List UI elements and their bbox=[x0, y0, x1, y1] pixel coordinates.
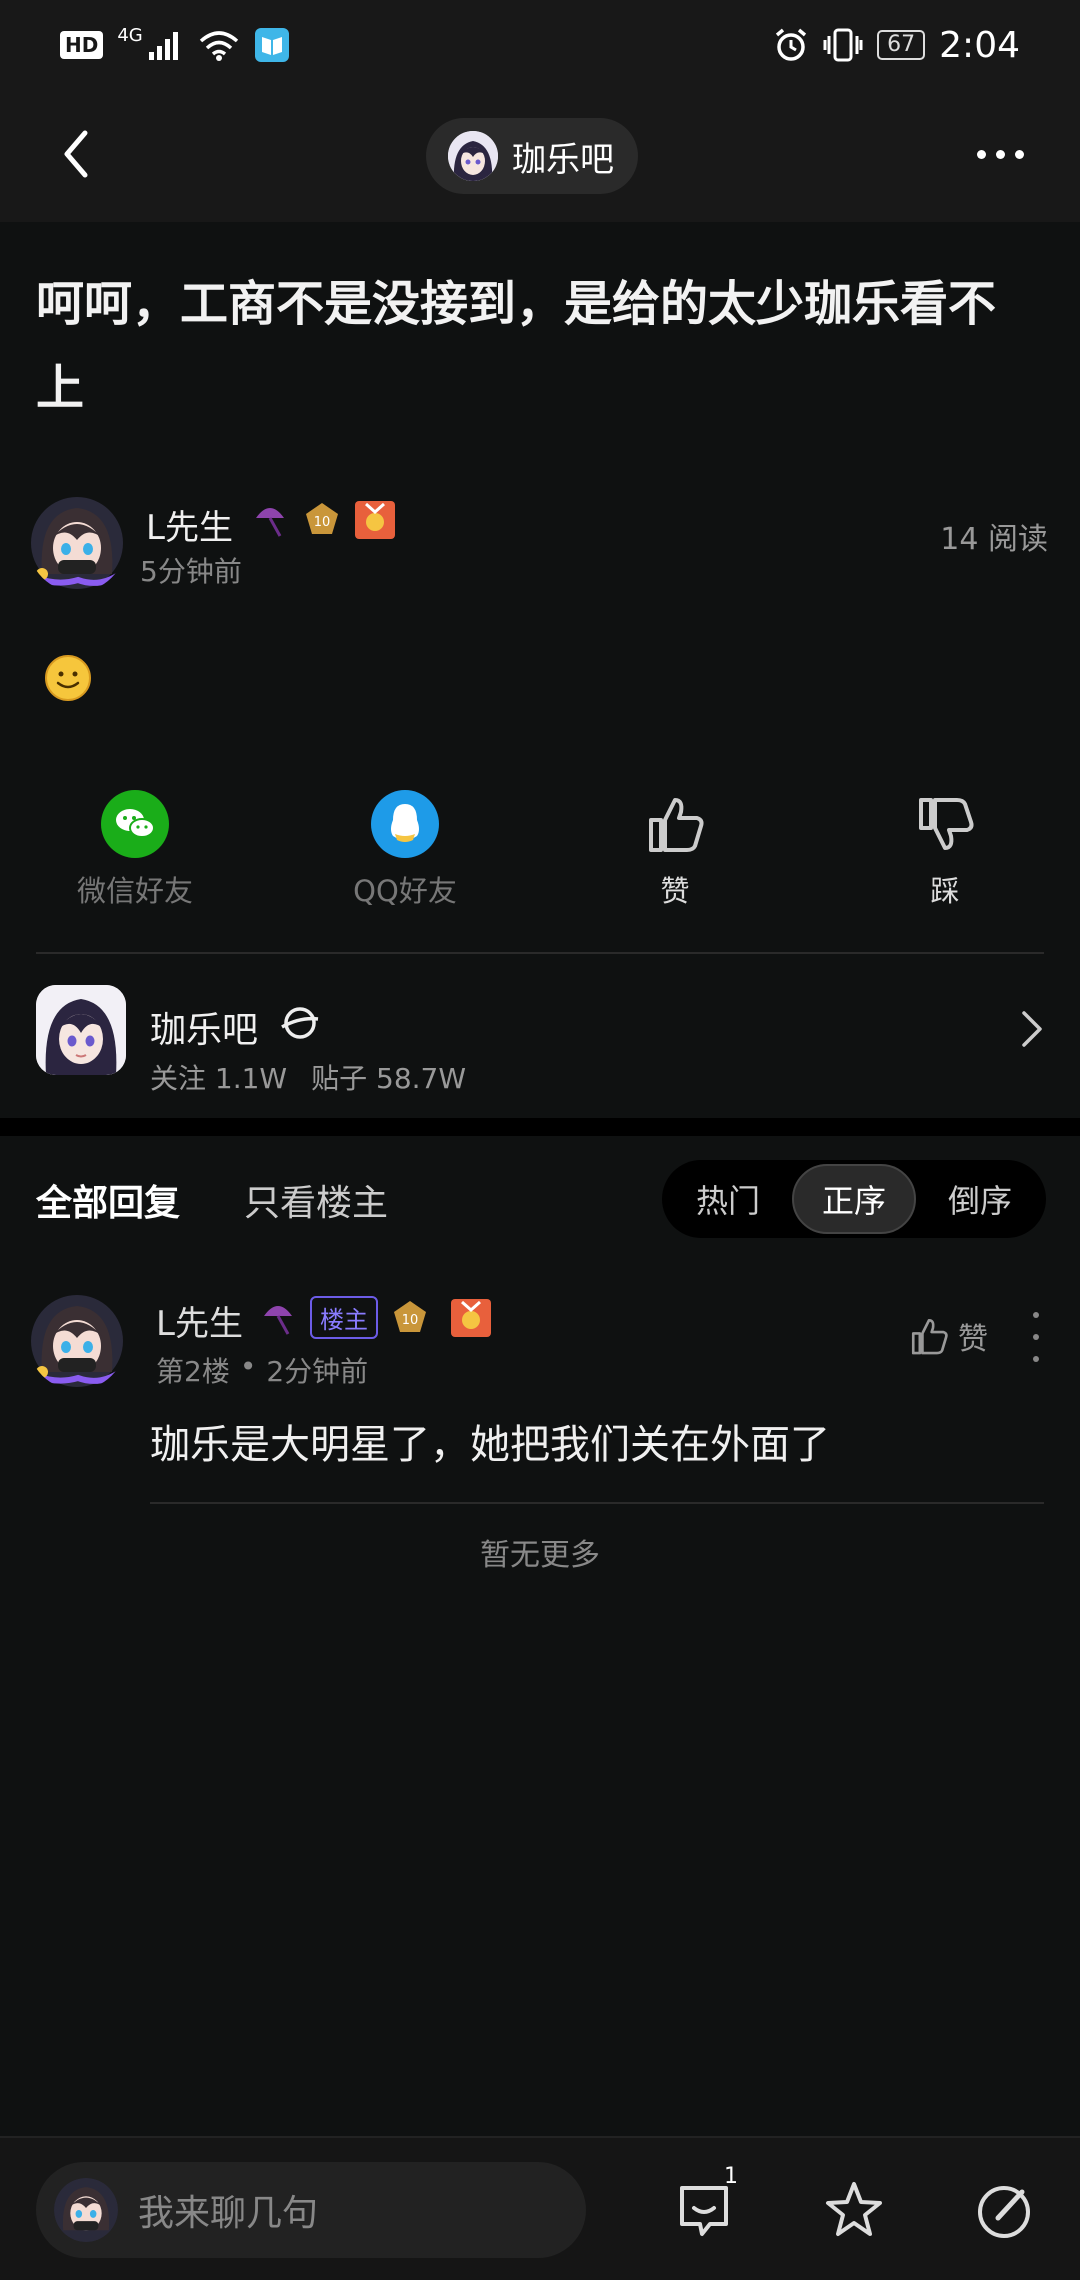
user-avatar bbox=[54, 2178, 118, 2242]
sort-hot-option[interactable]: 热门 bbox=[666, 1164, 790, 1234]
followers-count: 关注 1.1W bbox=[150, 1062, 288, 1095]
qq-icon bbox=[371, 790, 439, 858]
sort-segmented-control: 热门 正序 倒序 bbox=[662, 1160, 1046, 1238]
dot-icon bbox=[976, 149, 986, 159]
post-time: 5分钟前 bbox=[140, 555, 242, 588]
share-wechat-label: 微信好友 bbox=[76, 874, 193, 908]
forum-card[interactable]: 珈乐吧 关注 1.1W 贴子 58.7W bbox=[36, 985, 1044, 1095]
share-row: 微信好友 QQ好友 赞 踩 bbox=[0, 790, 1080, 910]
umbrella-icon bbox=[256, 508, 284, 537]
share-qq-label: QQ好友 bbox=[353, 874, 457, 908]
back-button[interactable] bbox=[40, 118, 112, 190]
author-row: L先生 10 5分钟前 14 阅读 bbox=[28, 492, 1048, 592]
nav-bar: 珈乐吧 bbox=[0, 90, 1080, 222]
umbrella-icon bbox=[264, 1305, 292, 1335]
meta-separator: • bbox=[239, 1350, 257, 1383]
sort-desc-option[interactable]: 倒序 bbox=[918, 1164, 1042, 1234]
no-more-text: 暂无更多 bbox=[480, 1538, 600, 1573]
favorite-button[interactable] bbox=[816, 2172, 892, 2248]
reply-time: 2分钟前 bbox=[266, 1355, 369, 1388]
reply-content: 珈乐是大明星了，她把我们关在外面了 bbox=[150, 1422, 830, 1468]
bottom-bar: 我来聊几句 1 bbox=[0, 2136, 1080, 2280]
comment-count-badge: 1 bbox=[724, 2164, 738, 2189]
chevron-left-icon bbox=[64, 130, 88, 178]
share-edit-button[interactable] bbox=[966, 2172, 1042, 2248]
post-title: 呵呵，工商不是没接到，是给的太少珈乐看不上 bbox=[36, 276, 997, 416]
owner-tag: 楼主 bbox=[310, 1296, 378, 1339]
alarm-icon bbox=[776, 28, 807, 61]
forum-avatar bbox=[36, 985, 126, 1075]
dislike-label: 踩 bbox=[930, 874, 960, 908]
dot-icon bbox=[995, 149, 1005, 159]
edit-icon bbox=[978, 2186, 1030, 2238]
clock-time: 2:04 bbox=[939, 24, 1020, 66]
forum-name: 珈乐吧 bbox=[512, 139, 614, 180]
anime-girl-icon bbox=[448, 131, 498, 181]
divider bbox=[150, 1502, 1044, 1504]
more-options-button[interactable] bbox=[960, 118, 1040, 190]
divider bbox=[36, 952, 1044, 954]
share-qq-button[interactable]: QQ好友 bbox=[305, 790, 505, 910]
like-button[interactable]: 赞 bbox=[575, 790, 775, 910]
level-number: 10 bbox=[314, 515, 331, 530]
reply-badges: 楼主 10 bbox=[258, 1296, 492, 1339]
posts-count: 贴子 58.7W bbox=[311, 1062, 467, 1095]
star-icon bbox=[826, 2182, 882, 2236]
forum-card-name: 珈乐吧 bbox=[150, 1010, 259, 1051]
battery-icon: 67 bbox=[877, 30, 926, 60]
status-bar: HD 4G 67 2:04 bbox=[0, 0, 1080, 90]
signal-icon bbox=[148, 32, 178, 60]
level-badge-icon: 10 bbox=[394, 1300, 426, 1332]
sort-asc-option[interactable]: 正序 bbox=[792, 1164, 916, 1234]
chevron-right-icon bbox=[1022, 1011, 1042, 1047]
vibrate-icon bbox=[823, 28, 863, 62]
reader-app-icon bbox=[254, 28, 289, 62]
dislike-button[interactable]: 踩 bbox=[845, 790, 1045, 910]
medal-icon bbox=[451, 1298, 491, 1337]
dot-icon bbox=[1033, 1356, 1039, 1362]
network-label: 4G bbox=[117, 24, 143, 46]
tab-owner-only[interactable]: 只看楼主 bbox=[244, 1174, 388, 1226]
comment-placeholder: 我来聊几句 bbox=[138, 2193, 319, 2234]
section-gap bbox=[0, 1118, 1080, 1136]
status-right: 67 2:04 bbox=[773, 25, 1020, 66]
dot-icon bbox=[1014, 149, 1024, 159]
reply-author-avatar[interactable] bbox=[28, 1292, 126, 1390]
reply-author-name[interactable]: L先生 bbox=[156, 1296, 243, 1345]
read-count: 14 阅读 bbox=[940, 522, 1048, 557]
wifi-icon bbox=[199, 31, 238, 61]
comments-button[interactable]: 1 bbox=[666, 2164, 742, 2248]
reply-more-button[interactable] bbox=[1024, 1312, 1048, 1362]
share-wechat-button[interactable]: 微信好友 bbox=[35, 790, 235, 910]
thumbs-down-icon bbox=[911, 790, 979, 858]
reply-tabs: 全部回复 只看楼主 bbox=[36, 1160, 388, 1240]
forum-pill-button[interactable]: 珈乐吧 bbox=[426, 118, 638, 194]
planet-icon bbox=[281, 1007, 319, 1039]
smile-emoji-icon bbox=[45, 655, 91, 701]
level-number: 10 bbox=[402, 1313, 419, 1328]
dot-icon bbox=[1033, 1312, 1039, 1318]
reply-floor: 第2楼 bbox=[156, 1355, 230, 1388]
like-label: 赞 bbox=[660, 874, 690, 908]
author-avatar[interactable] bbox=[28, 494, 126, 592]
thumbs-up-icon bbox=[911, 1318, 948, 1355]
thumbs-up-icon bbox=[641, 790, 709, 858]
level-badge-icon: 10 bbox=[306, 503, 338, 534]
tab-all-replies[interactable]: 全部回复 bbox=[36, 1174, 180, 1226]
reply-meta: 第2楼 • 2分钟前 bbox=[156, 1350, 368, 1390]
wechat-icon bbox=[101, 790, 169, 858]
reply-like-button[interactable]: 赞 bbox=[908, 1314, 988, 1358]
comment-input[interactable]: 我来聊几句 bbox=[36, 2162, 586, 2258]
author-badges: 10 bbox=[250, 500, 396, 540]
status-left: HD 4G bbox=[60, 24, 289, 62]
reply-like-label: 赞 bbox=[958, 1322, 988, 1357]
medal-icon bbox=[355, 501, 395, 539]
reply-item: L先生 楼主 10 第2楼 • 2分钟前 赞 珈乐是大明星了，她把我们关在外面了 bbox=[28, 1290, 1048, 1510]
author-name[interactable]: L先生 bbox=[146, 500, 233, 549]
forum-stats: 关注 1.1W 贴子 58.7W bbox=[150, 1057, 466, 1097]
forum-avatar-small bbox=[448, 131, 498, 181]
anime-girl-icon bbox=[36, 985, 126, 1075]
hd-icon: HD bbox=[60, 31, 104, 59]
dot-icon bbox=[1033, 1334, 1039, 1340]
